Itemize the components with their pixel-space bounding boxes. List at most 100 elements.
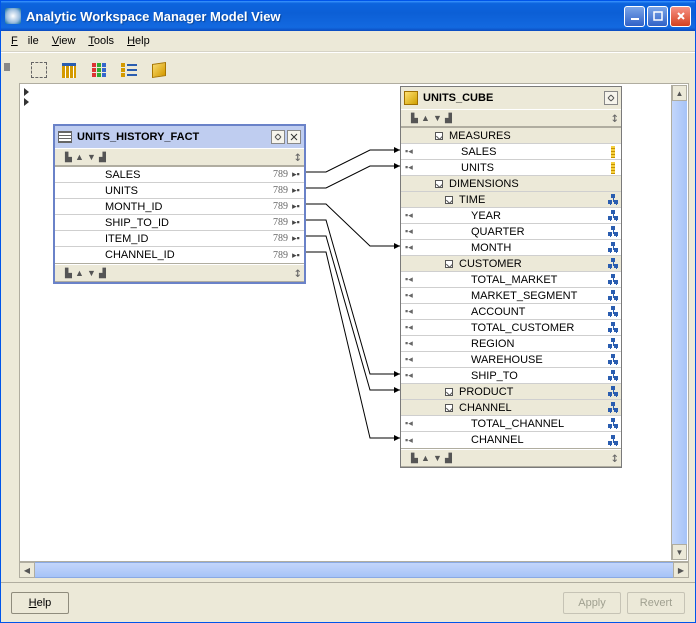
apply-button[interactable]: Apply (563, 592, 621, 614)
group-header-row[interactable]: PRODUCT (401, 384, 621, 400)
toolbar-list-icon[interactable] (119, 61, 139, 79)
source-column-label: UNITS (103, 185, 264, 197)
group-header-row[interactable]: TIME (401, 192, 621, 208)
hierarchy-icon (608, 322, 619, 333)
frame-minimize-icon[interactable] (271, 130, 285, 144)
source-column-row[interactable]: SALES789▸▪ (55, 167, 304, 183)
map-out-handle[interactable]: ▸▪ (290, 233, 304, 244)
source-column-row[interactable]: CHANNEL_ID789▸▪ (55, 247, 304, 263)
source-nav-top[interactable]: ▙ ▲ ▼ ▟ ↕ (55, 148, 304, 166)
target-item-row[interactable]: ▪◂TOTAL_CUSTOMER (401, 320, 621, 336)
menu-help[interactable]: Help (127, 35, 150, 47)
toolbar-grid-icon[interactable] (89, 61, 109, 79)
app-icon (5, 8, 21, 24)
target-item-row[interactable]: ▪◂REGION (401, 336, 621, 352)
scroll-track[interactable] (35, 562, 673, 578)
model-canvas[interactable]: UNITS_HISTORY_FACT ▙ (20, 84, 688, 561)
target-item-row[interactable]: ▪◂ YEAR (401, 208, 621, 224)
map-out-handle[interactable]: ▸▪ (290, 169, 304, 180)
target-item-row[interactable]: ▪◂TOTAL_CHANNEL (401, 416, 621, 432)
menu-file[interactable]: File (11, 35, 39, 47)
target-item-row[interactable]: ▪◂MONTH (401, 240, 621, 256)
menu-view[interactable]: View (52, 35, 76, 47)
source-frame[interactable]: UNITS_HISTORY_FACT ▙ (53, 124, 306, 284)
map-in-handle[interactable]: ▪◂ (405, 146, 419, 157)
collapse-icon[interactable] (445, 196, 453, 204)
map-in-handle[interactable]: ▪◂ (405, 306, 419, 317)
target-nav-top[interactable]: ▙ ▲ ▼ ▟ ↕ (401, 109, 621, 127)
collapse-icon[interactable] (445, 260, 453, 268)
map-in-handle[interactable]: ▪◂ (405, 354, 419, 365)
collapse-icon[interactable] (435, 132, 443, 140)
target-item-row[interactable]: ▪◂MARKET_SEGMENT (401, 288, 621, 304)
frame-minimize-icon[interactable] (604, 91, 618, 105)
vertical-scrollbar[interactable]: ▲ ▼ (671, 85, 687, 560)
hierarchy-icon (608, 258, 619, 269)
source-column-row[interactable]: ITEM_ID789▸▪ (55, 231, 304, 247)
group-header-row[interactable]: MEASURES (401, 128, 621, 144)
map-in-handle[interactable]: ▪◂ (405, 274, 419, 285)
canvas-splitter-handle[interactable] (24, 88, 32, 100)
map-in-handle[interactable]: ▪◂ (405, 162, 419, 173)
scroll-right-icon[interactable]: ▶ (673, 562, 689, 578)
target-item-label: SALES (459, 146, 605, 158)
source-column-row[interactable]: MONTH_ID789▸▪ (55, 199, 304, 215)
help-button[interactable]: Help (11, 592, 69, 614)
source-column-label: MONTH_ID (103, 201, 264, 213)
target-item-label: WAREHOUSE (469, 354, 605, 366)
frame-close-icon[interactable] (287, 130, 301, 144)
scroll-track[interactable] (672, 101, 687, 544)
map-in-handle[interactable]: ▪◂ (405, 338, 419, 349)
target-item-row[interactable]: ▪◂QUARTER (401, 224, 621, 240)
group-header-row[interactable]: DIMENSIONS (401, 176, 621, 192)
source-nav-bottom[interactable]: ▙ ▲ ▼ ▟ ↕ (55, 264, 304, 282)
source-column-row[interactable]: UNITS789▸▪ (55, 183, 304, 199)
collapse-icon[interactable] (435, 180, 443, 188)
left-splitter-handle[interactable] (4, 63, 12, 103)
hierarchy-icon (608, 194, 619, 205)
close-button[interactable] (670, 6, 691, 27)
scroll-left-icon[interactable]: ◀ (19, 562, 35, 578)
map-in-handle[interactable]: ▪◂ (405, 290, 419, 301)
target-nav-bottom[interactable]: ▙ ▲ ▼ ▟ ↕ (401, 449, 621, 467)
target-item-label: YEAR (469, 210, 605, 222)
scroll-down-icon[interactable]: ▼ (672, 544, 687, 560)
group-header-row[interactable]: CHANNEL (401, 400, 621, 416)
target-item-row[interactable]: ▪◂ SALES (401, 144, 621, 160)
target-frame[interactable]: UNITS_CUBE ▙ ▲ ▼ ▟ (400, 86, 622, 468)
toolbar-select-icon[interactable] (29, 61, 49, 79)
map-in-handle[interactable]: ▪◂ (405, 370, 419, 381)
group-header-row[interactable]: CUSTOMER (401, 256, 621, 272)
collapse-icon[interactable] (445, 404, 453, 412)
map-out-handle[interactable]: ▸▪ (290, 250, 304, 261)
target-item-row[interactable]: ▪◂TOTAL_MARKET (401, 272, 621, 288)
map-in-handle[interactable]: ▪◂ (405, 418, 419, 429)
maximize-button[interactable] (647, 6, 668, 27)
toolbar-table-icon[interactable] (59, 61, 79, 79)
map-in-handle[interactable]: ▪◂ (405, 435, 419, 446)
target-item-row[interactable]: ▪◂SHIP_TO (401, 368, 621, 384)
map-in-handle[interactable]: ▪◂ (405, 322, 419, 333)
map-in-handle[interactable]: ▪◂ (405, 242, 419, 253)
target-item-row[interactable]: ▪◂CHANNEL (401, 432, 621, 448)
target-item-row[interactable]: ▪◂ACCOUNT (401, 304, 621, 320)
menu-tools[interactable]: Tools (88, 35, 114, 47)
map-in-handle[interactable]: ▪◂ (405, 226, 419, 237)
collapse-icon[interactable] (445, 388, 453, 396)
target-item-row[interactable]: ▪◂ WAREHOUSE (401, 352, 621, 368)
target-frame-titlebar[interactable]: UNITS_CUBE (401, 87, 621, 109)
map-out-handle[interactable]: ▸▪ (290, 185, 304, 196)
scroll-up-icon[interactable]: ▲ (672, 85, 687, 101)
map-out-handle[interactable]: ▸▪ (290, 201, 304, 212)
horizontal-scrollbar[interactable]: ◀ ▶ (19, 562, 689, 578)
source-column-row[interactable]: SHIP_TO_ID789▸▪ (55, 215, 304, 231)
source-frame-titlebar[interactable]: UNITS_HISTORY_FACT (55, 126, 304, 148)
minimize-button[interactable] (624, 6, 645, 27)
revert-button[interactable]: Revert (627, 592, 685, 614)
map-out-handle[interactable]: ▸▪ (290, 217, 304, 228)
source-frame-title: UNITS_HISTORY_FACT (77, 131, 269, 143)
target-item-row[interactable]: ▪◂UNITS (401, 160, 621, 176)
target-rows: MEASURES ▪◂ SALES ▪◂UNITSDIMENSIONSTIME ▪◂ YE… (401, 127, 621, 449)
map-in-handle[interactable]: ▪◂ (405, 210, 419, 221)
toolbar-cube-icon[interactable] (149, 61, 169, 79)
